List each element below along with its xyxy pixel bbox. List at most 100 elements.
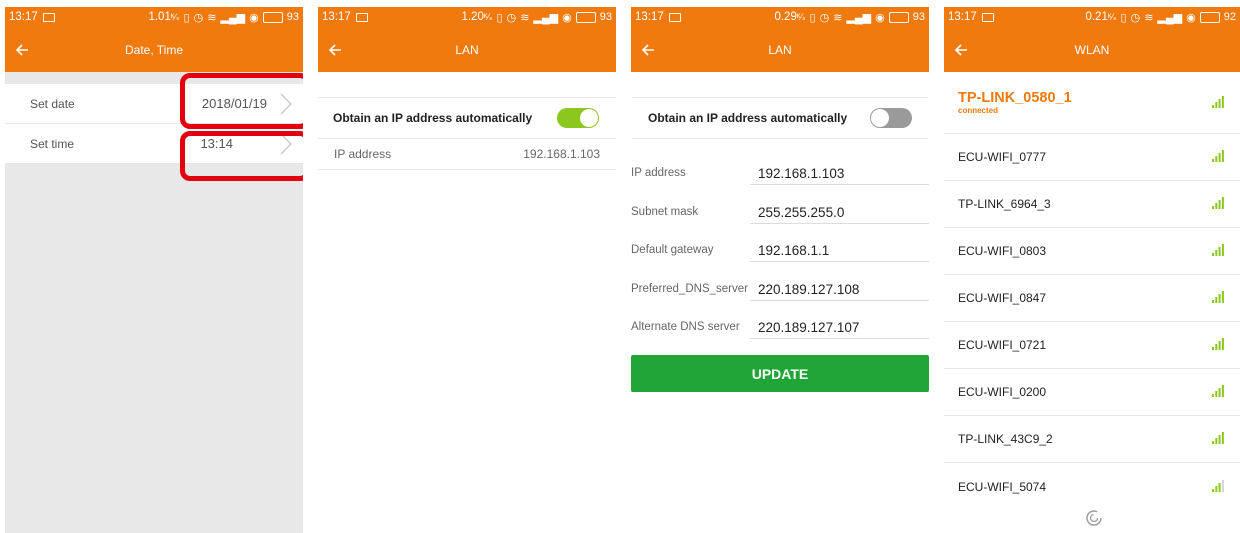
wifi-item[interactable]: TP-LINK_43C9_2 — [944, 416, 1240, 463]
subnet-mask-input[interactable]: 255.255.255.0 — [750, 202, 929, 224]
ip-address-value: 192.168.1.103 — [523, 147, 600, 161]
wlan-screen: 13:17 0.21ᴷ⁄ₛ ▯ ◷ ≋ ▂▄▆ ◉ 92 WLAN TP-LIN… — [944, 7, 1240, 533]
network-speed: 1.20ᴷ⁄ₛ — [461, 11, 493, 23]
lan-auto-screen: 13:17 1.20ᴷ⁄ₛ ▯ ◷ ≋ ▂▄▆ ◉ 93 LAN Obtain … — [318, 7, 616, 533]
subnet-mask-label: Subnet mask — [631, 205, 699, 218]
wifi-list: TP-LINK_0580_1 connected ECU-WIFI_0777 T… — [944, 72, 1240, 510]
wifi-item[interactable]: ECU-WIFI_0803 — [944, 228, 1240, 275]
page-title: WLAN — [1074, 42, 1110, 57]
auto-ip-toggle[interactable] — [557, 108, 599, 128]
wifi-item[interactable]: ECU-WIFI_0200 — [944, 369, 1240, 416]
wifi-item[interactable]: ECU-WIFI_0777 — [944, 134, 1240, 181]
alarm-icon: ◷ — [1130, 11, 1141, 24]
lan-manual-screen: 13:17 0.29ᴷ⁄ₛ ▯ ◷ ≋ ▂▄▆ ◉ 93 LAN Obtain … — [631, 7, 929, 533]
sync-icon: ◉ — [1186, 11, 1196, 24]
message-icon — [981, 12, 994, 22]
wifi-item[interactable]: ECU-WIFI_0847 — [944, 275, 1240, 322]
wifi-status-icon: ≋ — [207, 11, 217, 24]
auto-ip-row: Obtain an IP address automatically — [632, 98, 928, 138]
connection-status: connected — [958, 105, 999, 115]
wifi-status-icon: ≋ — [833, 11, 843, 24]
network-speed: 0.21ᴷ⁄ₛ — [1085, 11, 1117, 23]
wifi-signal-icon — [1212, 479, 1224, 492]
status-bar: 13:17 0.21ᴷ⁄ₛ ▯ ◷ ≋ ▂▄▆ ◉ 92 — [944, 7, 1240, 27]
wifi-ssid: ECU-WIFI_5074 — [958, 479, 1047, 494]
ip-address-label: IP address — [334, 147, 392, 161]
toggle-knob — [871, 109, 889, 127]
auto-ip-label: Obtain an IP address automatically — [648, 111, 848, 125]
network-speed: 1.01ᴷ⁄ₛ — [148, 11, 180, 23]
wifi-status-icon: ≋ — [520, 11, 530, 24]
update-button[interactable]: UPDATE — [631, 355, 929, 392]
message-icon — [355, 12, 368, 22]
app-bar: WLAN — [944, 27, 1240, 72]
cell-signal-icon: ▂▄▆ — [220, 11, 246, 24]
preferred-dns-input[interactable]: 220.189.127.108 — [750, 279, 929, 301]
cell-signal-icon: ▂▄▆ — [1157, 11, 1183, 24]
loading-spinner-icon — [1086, 510, 1102, 526]
sync-icon: ◉ — [875, 11, 885, 24]
wifi-signal-icon — [1212, 244, 1224, 256]
ip-address-input[interactable]: 192.168.1.103 — [750, 163, 929, 185]
subnet-mask-field-row: Subnet mask 255.255.255.0 — [631, 194, 929, 233]
time-highlight-box — [180, 131, 303, 181]
page-title: LAN — [455, 42, 479, 57]
auto-ip-toggle[interactable] — [870, 108, 912, 128]
status-bar: 13:17 1.01ᴷ⁄ₛ ▯ ◷ ≋ ▂▄▆ ◉ 93 — [5, 7, 303, 27]
battery-icon — [575, 11, 596, 23]
app-bar: LAN — [318, 27, 616, 72]
wifi-signal-icon — [1212, 432, 1224, 444]
wifi-item-connected[interactable]: TP-LINK_0580_1 connected — [944, 72, 1240, 134]
battery-icon — [1199, 11, 1220, 23]
back-arrow-icon[interactable] — [15, 27, 29, 72]
back-arrow-icon[interactable] — [328, 27, 342, 72]
sync-icon: ◉ — [249, 11, 259, 24]
preferred-dns-label: Preferred_DNS_server — [631, 282, 748, 295]
vibrate-icon: ▯ — [809, 11, 816, 24]
set-date-label: Set date — [30, 96, 75, 111]
back-arrow-icon[interactable] — [954, 27, 968, 72]
set-time-label: Set time — [30, 136, 75, 151]
date-highlight-box — [180, 73, 303, 129]
wifi-ssid: ECU-WIFI_0777 — [958, 150, 1047, 164]
status-bar: 13:17 1.20ᴷ⁄ₛ ▯ ◷ ≋ ▂▄▆ ◉ 93 — [318, 7, 616, 27]
ip-address-field-row: IP address 192.168.1.103 — [631, 155, 929, 194]
date-time-screen: 13:17 1.01ᴷ⁄ₛ ▯ ◷ ≋ ▂▄▆ ◉ 93 Date, Time … — [5, 7, 303, 533]
auto-ip-label: Obtain an IP address automatically — [333, 111, 533, 125]
toggle-knob — [580, 109, 598, 127]
wifi-item[interactable]: TP-LINK_6964_3 — [944, 181, 1240, 228]
vibrate-icon: ▯ — [496, 11, 503, 24]
back-arrow-icon[interactable] — [641, 27, 655, 72]
auto-ip-row: Obtain an IP address automatically — [318, 98, 616, 138]
alarm-icon: ◷ — [819, 11, 830, 24]
network-speed: 0.29ᴷ⁄ₛ — [774, 11, 806, 23]
page-title: LAN — [768, 42, 792, 57]
wifi-signal-icon — [1212, 197, 1224, 209]
battery-icon — [888, 11, 909, 23]
cell-signal-icon: ▂▄▆ — [846, 11, 872, 24]
app-bar: Date, Time — [5, 27, 303, 72]
wifi-ssid: ECU-WIFI_0803 — [958, 244, 1047, 258]
message-icon — [668, 12, 681, 22]
wifi-signal-icon — [1212, 338, 1224, 350]
ip-address-label: IP address — [631, 167, 686, 179]
preferred-dns-field-row: Preferred_DNS_server 220.189.127.108 — [631, 271, 929, 310]
wifi-signal-icon — [1212, 95, 1224, 108]
alternate-dns-input[interactable]: 220.189.127.107 — [750, 317, 929, 339]
wifi-signal-icon — [1212, 291, 1224, 303]
wifi-ssid: ECU-WIFI_0847 — [958, 291, 1047, 305]
sync-icon: ◉ — [562, 11, 572, 24]
battery-level: 93 — [286, 11, 299, 23]
gateway-input[interactable]: 192.168.1.1 — [750, 240, 929, 262]
wifi-item[interactable]: ECU-WIFI_0721 — [944, 322, 1240, 369]
battery-level: 92 — [1223, 11, 1236, 23]
wifi-signal-icon — [1212, 385, 1224, 397]
battery-icon — [262, 11, 283, 23]
wifi-item[interactable]: ECU-WIFI_5074 — [944, 463, 1240, 510]
status-time: 13:17 — [322, 11, 351, 23]
wifi-ssid: ECU-WIFI_0200 — [958, 385, 1047, 399]
lan-settings: Obtain an IP address automatically — [632, 97, 928, 139]
lan-settings: Obtain an IP address automatically IP ad… — [318, 97, 616, 170]
vibrate-icon: ▯ — [183, 11, 190, 24]
app-bar: LAN — [631, 27, 929, 72]
